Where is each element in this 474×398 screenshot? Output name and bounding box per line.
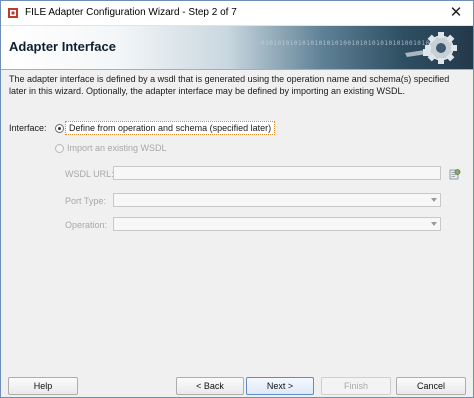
chevron-down-icon (431, 222, 437, 226)
adapter-app-icon (8, 8, 18, 18)
finish-button[interactable]: Finish (321, 377, 391, 395)
gear-plug-icon (405, 32, 457, 64)
header-banner: Adapter Interface 0101010101010101010100… (1, 26, 473, 70)
browse-wsdl-icon[interactable] (449, 168, 461, 180)
title-bar: FILE Adapter Configuration Wizard - Step… (1, 1, 473, 26)
wsdl-url-label: WSDL URL: (65, 169, 114, 179)
import-wsdl-radio[interactable] (55, 144, 64, 153)
operation-select[interactable] (113, 217, 441, 231)
button-bar: Help < Back Next > Finish Cancel (1, 368, 473, 397)
define-operation-label[interactable]: Define from operation and schema (specif… (65, 121, 276, 135)
wizard-window: FILE Adapter Configuration Wizard - Step… (0, 0, 474, 398)
next-button[interactable]: Next > (246, 377, 314, 395)
description-text: The adapter interface is defined by a ws… (9, 74, 450, 96)
window-title: FILE Adapter Configuration Wizard - Step… (25, 7, 237, 18)
port-type-label: Port Type: (65, 196, 106, 206)
close-icon[interactable]: ✕ (443, 4, 469, 22)
page-title: Adapter Interface (9, 39, 116, 54)
define-operation-radio[interactable] (55, 124, 64, 133)
interface-label: Interface: (9, 123, 47, 133)
port-type-select[interactable] (113, 193, 441, 207)
operation-label: Operation: (65, 220, 108, 230)
import-wsdl-label[interactable]: Import an existing WSDL (67, 143, 167, 153)
chevron-down-icon (431, 198, 437, 202)
help-button[interactable]: Help (8, 377, 78, 395)
back-button[interactable]: < Back (176, 377, 244, 395)
cancel-button[interactable]: Cancel (396, 377, 466, 395)
wizard-content: The adapter interface is defined by a ws… (1, 70, 473, 367)
wsdl-url-field[interactable] (113, 166, 441, 180)
